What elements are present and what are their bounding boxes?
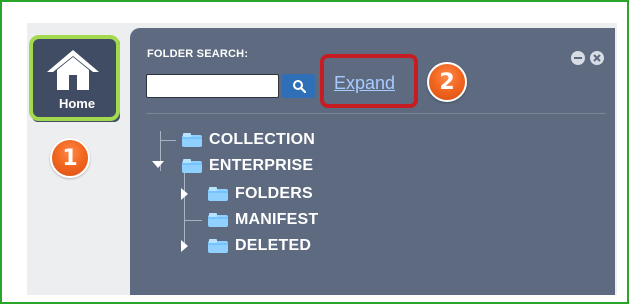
step-badge-2: 2	[427, 62, 467, 102]
tree-connector	[184, 220, 202, 221]
step-badge-1: 1	[50, 138, 90, 178]
folder-icon	[208, 187, 228, 201]
tree-item-manifest[interactable]: MANIFEST	[208, 210, 318, 230]
badge-label: 2	[439, 69, 455, 95]
search-input[interactable]	[146, 74, 279, 98]
badge-label: 1	[62, 145, 78, 171]
folder-search-label: FOLDER SEARCH:	[147, 48, 249, 60]
tree-connector	[160, 140, 176, 141]
folder-icon	[182, 133, 202, 147]
tree-connector	[184, 170, 185, 248]
tree-item-folders[interactable]: FOLDERS	[208, 184, 313, 204]
divider	[146, 113, 606, 114]
close-icon[interactable]	[590, 51, 604, 65]
tree-item-label: DELETED	[235, 237, 312, 254]
tree-item-label: FOLDERS	[235, 185, 313, 202]
panel-controls	[571, 51, 604, 65]
tree-item-label: COLLECTION	[209, 131, 315, 148]
tree-item-deleted[interactable]: DELETED	[208, 236, 311, 256]
tree-expanded-icon[interactable]	[152, 161, 164, 168]
tree-collapsed-icon[interactable]	[181, 188, 188, 200]
search-icon	[293, 80, 306, 93]
expand-link[interactable]: Expand	[334, 73, 395, 94]
home-label: Home	[58, 96, 96, 111]
tree-collapsed-icon[interactable]	[181, 240, 188, 252]
minimize-icon[interactable]	[571, 51, 585, 65]
folder-icon	[208, 239, 228, 253]
tree-item-enterprise[interactable]: ENTERPRISE	[182, 156, 313, 176]
home-icon	[47, 50, 99, 90]
folder-icon	[182, 159, 202, 173]
search-button[interactable]	[282, 74, 315, 98]
tree-item-label: MANIFEST	[235, 211, 319, 228]
tree-item-collection[interactable]: COLLECTION	[182, 130, 315, 150]
tree-item-label: ENTERPRISE	[209, 157, 314, 174]
folder-icon	[208, 213, 228, 227]
